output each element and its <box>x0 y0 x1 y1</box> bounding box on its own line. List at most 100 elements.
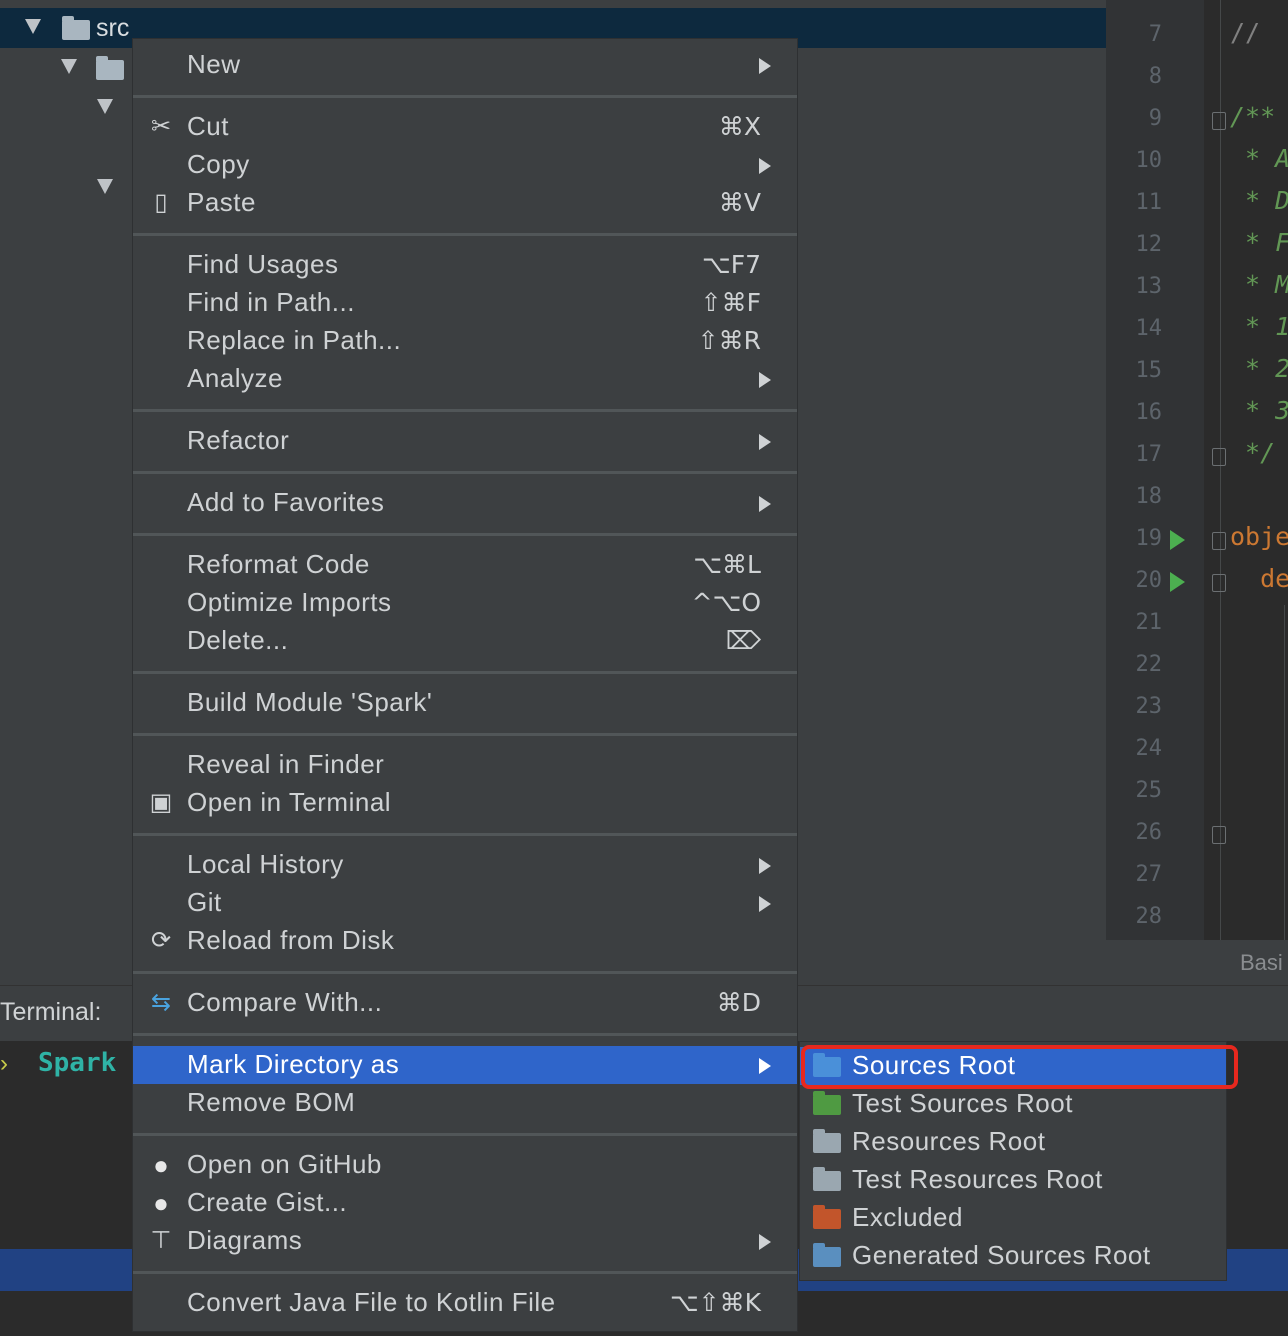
submenu-item-generated-sources-root[interactable]: Generated Sources Root <box>800 1237 1226 1275</box>
line-number: 24 <box>1135 736 1163 761</box>
submenu-arrow-icon <box>759 58 771 74</box>
code-line[interactable]: // <box>1230 18 1260 47</box>
submenu-item-excluded[interactable]: Excluded <box>800 1199 1226 1237</box>
line-number: 25 <box>1135 778 1163 803</box>
line-number: 9 <box>1148 106 1162 131</box>
menu-item-reveal-in-finder[interactable]: Reveal in Finder <box>133 746 797 784</box>
line-number: 7 <box>1148 22 1162 47</box>
menu-item-remove-bom[interactable]: Remove BOM <box>133 1084 797 1122</box>
expand-arrow-icon[interactable] <box>61 59 77 74</box>
menu-item-find-usages[interactable]: Find Usages ⌥F7 <box>133 246 797 284</box>
reload-icon: ⟳ <box>150 927 172 954</box>
line-number: 21 <box>1135 610 1163 635</box>
menu-item-compare-with[interactable]: ⇆ Compare With... ⌘D <box>133 984 797 1022</box>
submenu-item-resources-root[interactable]: Resources Root <box>800 1123 1226 1161</box>
shortcut-label: ⌥⌘L <box>693 550 761 579</box>
menu-item-find-in-path[interactable]: Find in Path... ⇧⌘F <box>133 284 797 322</box>
menu-item-replace-in-path[interactable]: Replace in Path... ⇧⌘R <box>133 322 797 360</box>
menu-item-copy[interactable]: Copy <box>133 146 797 184</box>
menu-separator <box>133 409 797 412</box>
terminal-prompt-icon: › <box>0 1050 8 1077</box>
code-line[interactable]: * D <box>1230 186 1288 215</box>
submenu-arrow-icon <box>759 858 771 874</box>
line-number: 14 <box>1135 316 1163 341</box>
menu-item-label: Compare With... <box>187 987 383 1017</box>
menu-item-reload-from-disk[interactable]: ⟳ Reload from Disk <box>133 922 797 960</box>
fold-marker-icon[interactable] <box>1212 532 1226 550</box>
diagram-icon: ⊤ <box>150 1227 172 1254</box>
line-number: 8 <box>1148 64 1162 89</box>
folder-icon <box>96 56 124 80</box>
terminal-tab-spark[interactable]: Spark <box>38 1048 116 1078</box>
menu-separator <box>133 1271 797 1274</box>
menu-item-refactor[interactable]: Refactor <box>133 422 797 460</box>
fold-marker-icon[interactable] <box>1212 448 1226 466</box>
menu-item-optimize-imports[interactable]: Optimize Imports ^⌥O <box>133 584 797 622</box>
run-gutter-icon[interactable] <box>1170 572 1185 592</box>
menu-item-label: Find Usages <box>187 249 339 279</box>
menu-item-label: Delete... <box>187 625 289 655</box>
fold-marker-icon[interactable] <box>1212 574 1226 592</box>
menu-item-reformat-code[interactable]: Reformat Code ⌥⌘L <box>133 546 797 584</box>
fold-marker-icon[interactable] <box>1212 826 1226 844</box>
menu-item-diagrams[interactable]: ⊤ Diagrams <box>133 1222 797 1260</box>
submenu-item-label: Generated Sources Root <box>852 1240 1151 1270</box>
breadcrumb-label[interactable]: Basi <box>1240 950 1283 976</box>
test-sources-root-folder-icon <box>813 1091 841 1115</box>
menu-separator <box>133 95 797 98</box>
submenu-arrow-icon <box>759 158 771 174</box>
fold-marker-icon[interactable] <box>1212 112 1226 130</box>
sources-root-highlight <box>801 1045 1238 1089</box>
shortcut-label: ⌘D <box>716 988 761 1017</box>
submenu-arrow-icon <box>759 896 771 912</box>
menu-item-build-module-spark[interactable]: Build Module 'Spark' <box>133 684 797 722</box>
shortcut-label: ⌘X <box>718 112 761 141</box>
line-number: 15 <box>1135 358 1163 383</box>
menu-item-label: Convert Java File to Kotlin File <box>187 1287 556 1317</box>
menu-item-create-gist[interactable]: ● Create Gist... <box>133 1184 797 1222</box>
menu-item-add-to-favorites[interactable]: Add to Favorites <box>133 484 797 522</box>
code-line[interactable]: * 1 <box>1230 312 1288 341</box>
menu-item-label: Local History <box>187 849 344 879</box>
submenu-arrow-icon <box>759 1058 771 1074</box>
menu-item-local-history[interactable]: Local History <box>133 846 797 884</box>
line-number: 16 <box>1135 400 1163 425</box>
code-line[interactable]: * 2 <box>1230 354 1288 383</box>
menu-item-paste[interactable]: ▯ Paste ⌘V <box>133 184 797 222</box>
menu-item-label: Remove BOM <box>187 1087 356 1117</box>
code-line[interactable]: /** <box>1230 102 1275 131</box>
menu-item-label: Open in Terminal <box>187 787 392 817</box>
run-gutter-icon[interactable] <box>1170 530 1185 550</box>
code-line[interactable]: * F <box>1230 228 1288 257</box>
expand-arrow-icon[interactable] <box>97 179 113 194</box>
code-line[interactable]: obje <box>1230 522 1288 551</box>
menu-item-cut[interactable]: ✂ Cut ⌘X <box>133 108 797 146</box>
clipboard-icon: ▯ <box>154 189 168 216</box>
menu-item-convert-java-file-to-kotlin-file[interactable]: Convert Java File to Kotlin File ⌥⇧⌘K <box>133 1284 797 1322</box>
menu-item-label: Refactor <box>187 425 290 455</box>
shortcut-label: ^⌥O <box>691 588 761 617</box>
code-line[interactable]: * A <box>1230 144 1288 173</box>
line-number: 18 <box>1135 484 1163 509</box>
line-number: 23 <box>1135 694 1163 719</box>
line-number: 17 <box>1135 442 1163 467</box>
menu-item-open-in-terminal[interactable]: ▣ Open in Terminal <box>133 784 797 822</box>
menu-item-git[interactable]: Git <box>133 884 797 922</box>
menu-item-delete[interactable]: Delete... ⌦ <box>133 622 797 660</box>
submenu-item-test-sources-root[interactable]: Test Sources Root <box>800 1085 1226 1123</box>
scissors-icon: ✂ <box>150 113 172 140</box>
code-line[interactable]: de <box>1230 564 1288 593</box>
menu-item-mark-directory-as[interactable]: Mark Directory as <box>133 1046 797 1084</box>
line-number: 11 <box>1135 190 1163 215</box>
expand-arrow-icon[interactable] <box>97 99 113 114</box>
menu-item-label: Reveal in Finder <box>187 749 385 779</box>
menu-item-label: Build Module 'Spark' <box>187 687 433 717</box>
menu-item-open-on-github[interactable]: ● Open on GitHub <box>133 1146 797 1184</box>
code-line[interactable]: * M <box>1230 270 1288 299</box>
menu-item-new[interactable]: New <box>133 46 797 84</box>
expand-arrow-icon[interactable] <box>25 19 41 34</box>
submenu-item-test-resources-root[interactable]: Test Resources Root <box>800 1161 1226 1199</box>
menu-item-analyze[interactable]: Analyze <box>133 360 797 398</box>
code-line[interactable]: */ <box>1230 438 1275 467</box>
code-line[interactable]: * 3 <box>1230 396 1288 425</box>
